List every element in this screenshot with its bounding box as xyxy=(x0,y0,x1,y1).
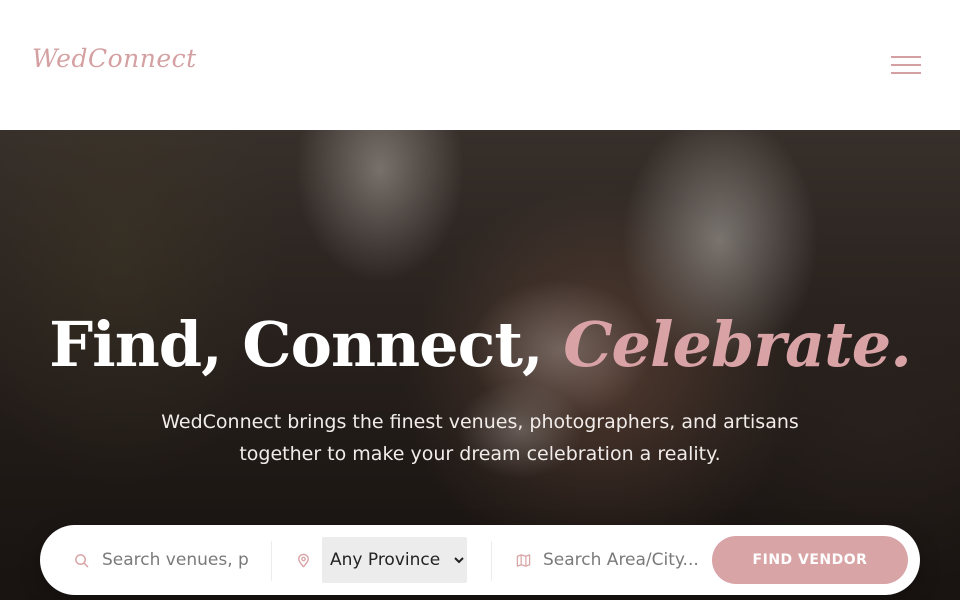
find-vendor-button[interactable]: FIND VENDOR xyxy=(712,536,908,584)
hamburger-menu-icon[interactable] xyxy=(884,50,928,80)
search-icon xyxy=(75,554,89,568)
keyword-search-input[interactable] xyxy=(102,547,248,573)
hero-headline: Find, Connect, Celebrate. xyxy=(0,302,960,388)
menu-line xyxy=(891,72,921,74)
area-city-input[interactable] xyxy=(543,547,698,573)
logo[interactable]: WedConnect xyxy=(32,44,197,73)
province-field: Any Province xyxy=(296,525,476,595)
hero-section: Find, Connect, Celebrate. WedConnect bri… xyxy=(0,130,960,600)
area-field xyxy=(516,525,706,595)
menu-line xyxy=(891,56,921,58)
menu-line xyxy=(891,64,921,66)
site-header: WedConnect xyxy=(0,0,960,130)
hero-subtext: WedConnect brings the finest venues, pho… xyxy=(161,411,799,465)
map-icon xyxy=(516,554,531,567)
divider xyxy=(271,541,272,581)
divider xyxy=(491,541,492,581)
keyword-field xyxy=(74,525,274,595)
headline-main: Find, Connect, xyxy=(49,308,543,381)
vendor-search-bar: Any Province FIND VENDOR xyxy=(40,525,920,595)
province-select[interactable]: Any Province xyxy=(322,537,467,583)
map-pin-icon xyxy=(298,553,309,568)
headline-accent: Celebrate. xyxy=(563,308,912,381)
